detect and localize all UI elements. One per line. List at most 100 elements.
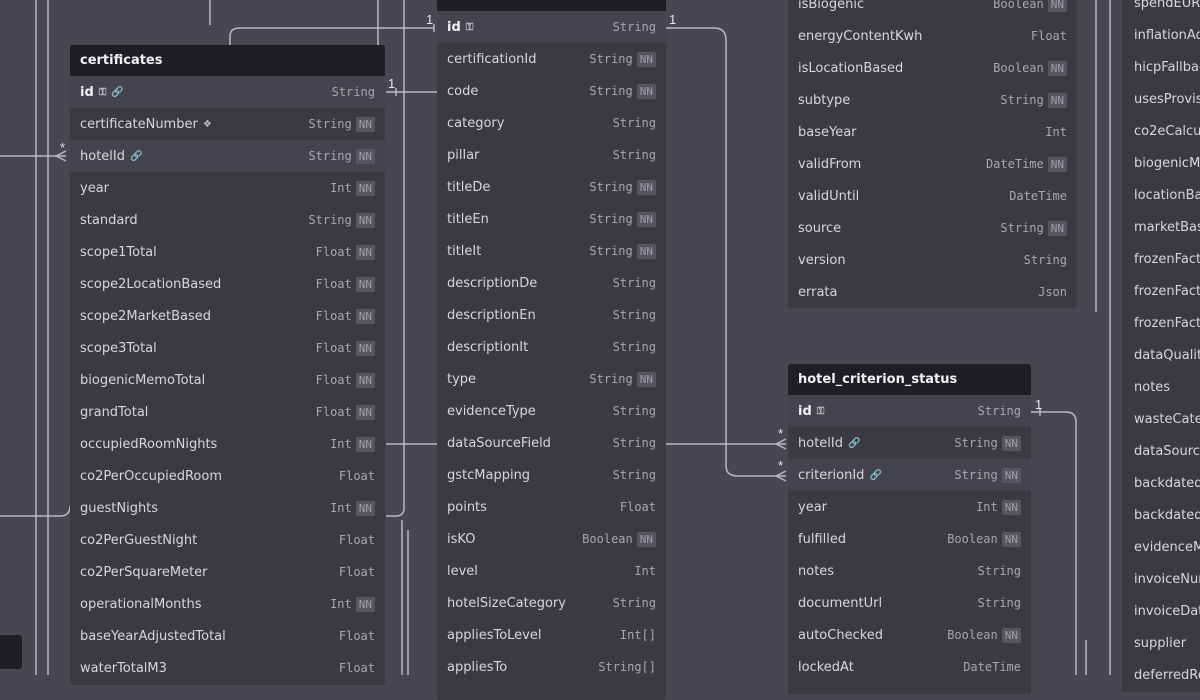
column-row[interactable]: appliesToLevel Int[] [437,619,666,651]
column-name: certificateNumber ❖ [80,117,308,132]
column-row[interactable]: isLocationBased Boolean NN [788,52,1077,84]
column-row[interactable]: scope1Total Float NN [70,236,385,268]
column-name[interactable]: biogenicMe [1122,148,1200,180]
column-row[interactable]: subtype String NN [788,84,1077,116]
column-name[interactable]: notes [1122,372,1200,404]
column-row[interactable]: titleEn String NN [437,203,666,235]
column-name[interactable]: invoiceDate [1122,596,1200,628]
column-row[interactable]: descriptionDe String [437,267,666,299]
column-row[interactable]: scope2LocationBased Float NN [70,268,385,300]
column-row[interactable]: hotelId 🔗 String NN [70,140,385,172]
column-name[interactable]: wasteCateg [1122,404,1200,436]
column-row[interactable]: dataSourceField String [437,427,666,459]
column-name-text: pillar [447,147,480,163]
column-row[interactable]: points Float [437,491,666,523]
column-type: Boolean [993,61,1044,75]
column-name[interactable]: supplier [1122,628,1200,660]
column-row[interactable]: errata Json [788,276,1077,308]
column-row[interactable]: titleDe String NN [437,171,666,203]
column-name[interactable]: frozenFacto [1122,276,1200,308]
column-row[interactable]: appliesTo String[] [437,651,666,683]
column-name: hotelId 🔗 [798,436,954,451]
column-row[interactable]: standard String NN [70,204,385,236]
column-row[interactable]: year Int NN [70,172,385,204]
column-name[interactable]: invoiceNum [1122,564,1200,596]
column-type: Float [315,309,352,323]
column-row[interactable]: id ⚿ String [437,11,666,43]
column-row[interactable]: documentUrl String [788,587,1031,619]
column-name[interactable]: backdatedF [1122,500,1200,532]
table-certificates-header[interactable]: certificates [70,45,385,76]
column-row[interactable]: isKO Boolean NN [437,523,666,555]
column-row[interactable]: descriptionEn String [437,299,666,331]
column-name[interactable]: backdatedF [1122,468,1200,500]
column-row[interactable]: titleIt String NN [437,235,666,267]
table-partial-right[interactable]: spendEUR inflationAd hicpFallbac usesProvis… [1122,0,1200,692]
column-name[interactable]: locationBas [1122,180,1200,212]
column-row[interactable]: baseYear Int [788,116,1077,148]
column-name[interactable]: inflationAd [1122,20,1200,52]
column-name: criterionId 🔗 [798,468,954,483]
column-row[interactable]: fulfilled Boolean NN [788,523,1031,555]
column-row[interactable]: co2PerOccupiedRoom Float [70,460,385,492]
column-row[interactable]: guestNights Int NN [70,492,385,524]
column-row[interactable]: pillar String [437,139,666,171]
column-row[interactable]: certificateNumber ❖ String NN [70,108,385,140]
column-row[interactable]: scope2MarketBased Float NN [70,300,385,332]
column-row[interactable]: version String [788,244,1077,276]
column-row[interactable]: hotelId 🔗 String NN [788,427,1031,459]
column-name[interactable]: dataSource [1122,436,1200,468]
table-emission-factors[interactable]: isBiogenic Boolean NN energyContentKwh Float… [788,0,1077,308]
column-name[interactable]: deferredRe [1122,660,1200,692]
column-name[interactable]: dataQuality [1122,340,1200,372]
column-row[interactable]: co2PerGuestNight Float [70,524,385,556]
column-row[interactable]: lockedAt DateTime [788,651,1031,683]
column-name[interactable]: spendEUR [1122,0,1200,20]
column-row[interactable]: grandTotal Float NN [70,396,385,428]
column-row[interactable]: code String NN [437,75,666,107]
column-row[interactable]: operationalMonths Int NN [70,588,385,620]
column-row[interactable]: evidenceType String [437,395,666,427]
column-row[interactable]: level Int [437,555,666,587]
column-name[interactable]: frozenFacto [1122,308,1200,340]
column-row[interactable]: waterTotalM3 Float [70,652,385,684]
column-name[interactable]: usesProvisi [1122,84,1200,116]
table-partial-bottom-left[interactable] [0,635,22,669]
column-row[interactable]: baseYearAdjustedTotal Float [70,620,385,652]
table-criteria[interactable]: id ⚿ String certificationId String NN code Stri… [437,0,666,700]
column-row[interactable]: id ⚿ String [788,395,1031,427]
column-name[interactable]: evidenceMe [1122,532,1200,564]
column-row[interactable]: descriptionIt String [437,331,666,363]
column-row[interactable]: energyContentKwh Float [788,20,1077,52]
column-row[interactable]: year Int NN [788,491,1031,523]
column-row[interactable]: id ⚿ 🔗 String [70,76,385,108]
column-row[interactable]: certificationId String NN [437,43,666,75]
table-criteria-header[interactable] [437,0,666,11]
table-hotel-criterion-status[interactable]: hotel_criterion_status id ⚿ String hotelId 🔗… [788,364,1031,694]
column-row[interactable]: occupiedRoomNights Int NN [70,428,385,460]
column-row[interactable]: type String NN [437,363,666,395]
column-row[interactable]: autoChecked Boolean NN [788,619,1031,651]
column-row[interactable]: gstcMapping String [437,459,666,491]
column-name: level [447,564,634,579]
er-diagram-canvas[interactable]: certificates id ⚿ 🔗 String certificateNumber… [0,0,1200,700]
column-row[interactable]: category String [437,107,666,139]
column-name[interactable]: co2eCalcula [1122,116,1200,148]
column-type: String [612,404,656,418]
column-name[interactable]: marketBase [1122,212,1200,244]
column-row[interactable]: co2PerSquareMeter Float [70,556,385,588]
table-hotel-criterion-status-header[interactable]: hotel_criterion_status [788,364,1031,395]
column-row[interactable]: criterionId 🔗 String NN [788,459,1031,491]
column-name[interactable]: hicpFallbac [1122,52,1200,84]
column-name[interactable]: frozenFacto [1122,244,1200,276]
column-row[interactable]: scope3Total Float NN [70,332,385,364]
column-row[interactable]: notes String [788,555,1031,587]
column-row[interactable]: source String NN [788,212,1077,244]
column-row[interactable]: validUntil DateTime [788,180,1077,212]
table-certificates-columns: id ⚿ 🔗 String certificateNumber ❖ String NN hote… [70,76,385,684]
column-row[interactable]: validFrom DateTime NN [788,148,1077,180]
table-certificates[interactable]: certificates id ⚿ 🔗 String certificateNumber… [70,45,385,685]
column-row[interactable]: hotelSizeCategory String [437,587,666,619]
column-row[interactable]: isBiogenic Boolean NN [788,0,1077,20]
column-row[interactable]: biogenicMemoTotal Float NN [70,364,385,396]
